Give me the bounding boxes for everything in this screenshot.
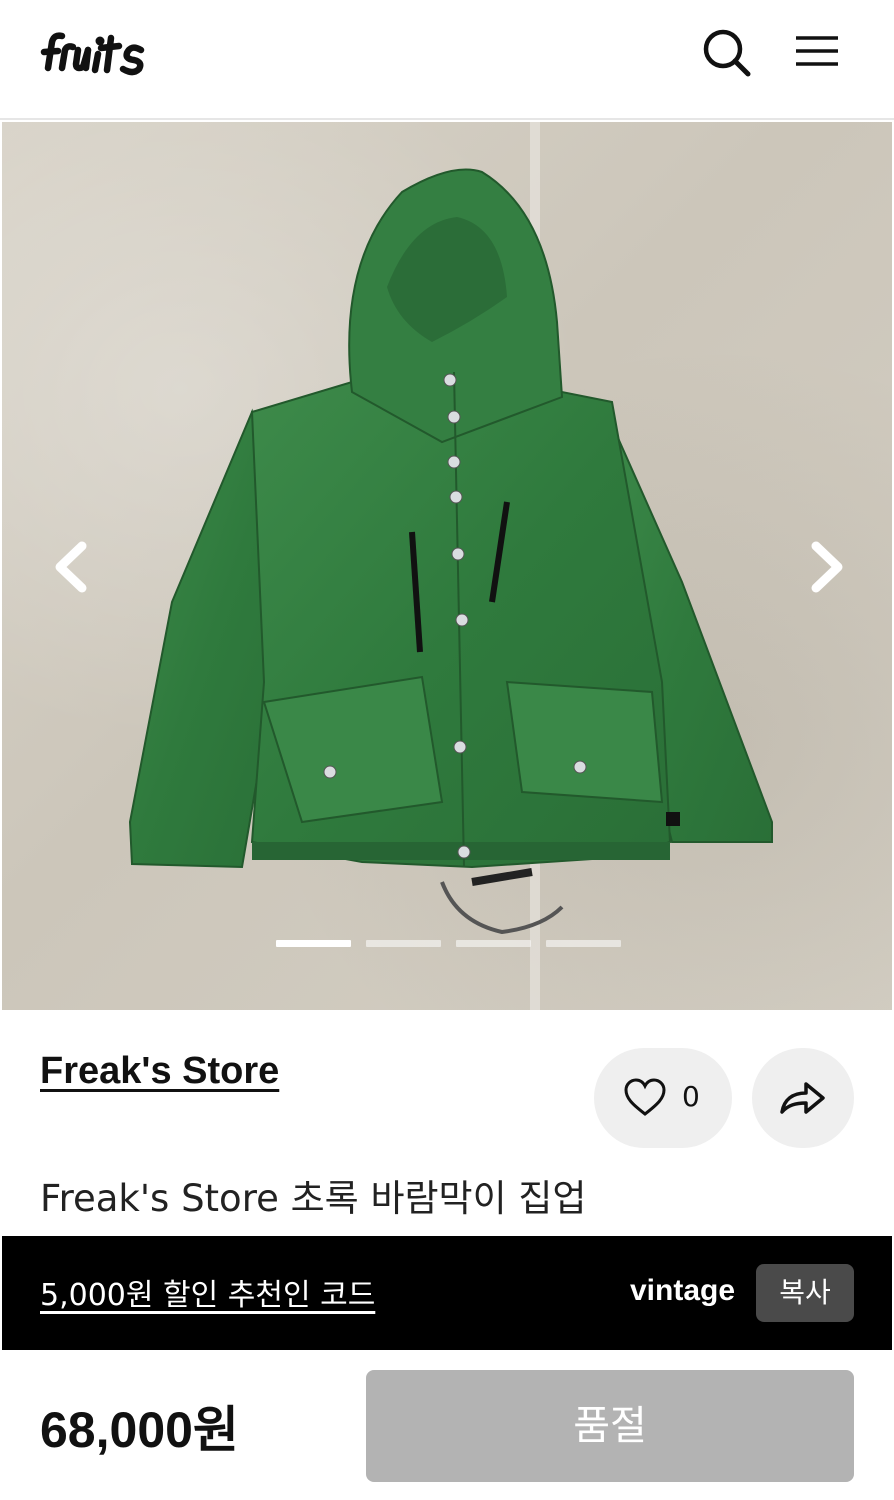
carousel-dot-4[interactable] — [546, 940, 621, 947]
product-title: Freak's Store 초록 바람막이 집업 — [40, 1177, 587, 1220]
menu-button[interactable] — [788, 22, 848, 82]
carousel-dot-2[interactable] — [366, 940, 441, 947]
share-arrow-icon — [780, 1082, 825, 1114]
previous-image-button[interactable] — [42, 532, 102, 602]
carousel-dot-3[interactable] — [456, 940, 531, 947]
referral-promo-banner: 5,000원 할인 추천인 코드 vintage 복사 — [2, 1236, 892, 1350]
referral-discount-link[interactable]: 5,000원 할인 추천인 코드 — [40, 1270, 375, 1314]
copy-code-button[interactable]: 복사 — [756, 1264, 854, 1322]
next-image-button[interactable] — [796, 532, 856, 602]
chevron-right-icon — [811, 541, 843, 593]
like-button[interactable]: 0 — [594, 1048, 732, 1148]
fruits-logo[interactable] — [38, 24, 158, 84]
heart-icon — [624, 1078, 666, 1116]
product-photo-green-jacket — [128, 168, 773, 935]
app-header — [0, 0, 894, 120]
hamburger-menu-icon — [796, 36, 838, 66]
share-button[interactable] — [752, 1048, 854, 1148]
carousel-dot-1[interactable] — [276, 940, 351, 947]
search-button[interactable] — [696, 22, 756, 82]
product-price: 68,000원 — [40, 1402, 239, 1458]
sold-out-button[interactable]: 품절 — [366, 1370, 854, 1482]
referral-code: vintage — [630, 1274, 736, 1307]
like-count: 0 — [682, 1080, 700, 1113]
store-name-link[interactable]: Freak's Store — [40, 1050, 279, 1093]
carousel-pagination — [276, 940, 621, 948]
product-image-carousel[interactable] — [2, 122, 892, 1010]
search-icon — [703, 29, 751, 77]
chevron-left-icon — [55, 541, 87, 593]
